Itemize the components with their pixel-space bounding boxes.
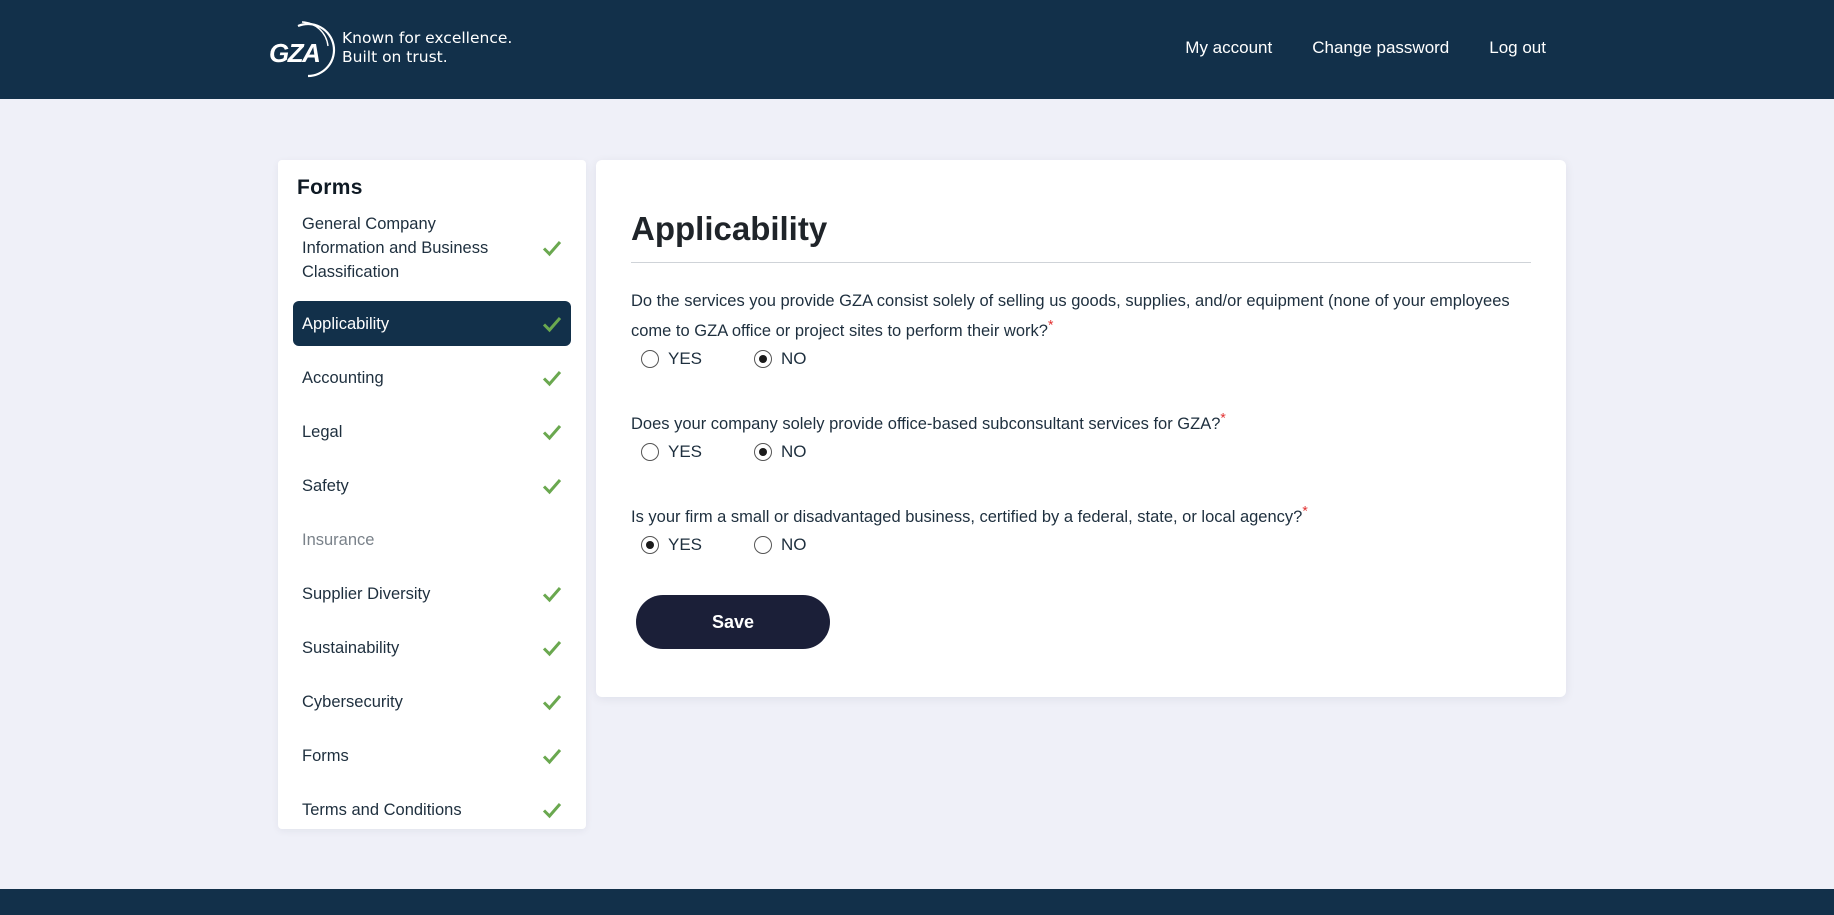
question-label: Do the services you provide GZA consist …	[631, 292, 1510, 340]
radio-option-no[interactable]: NO	[754, 442, 867, 462]
tagline-line-2: Built on trust.	[342, 48, 448, 66]
sidebar-item-label: Forms	[302, 746, 349, 765]
sidebar-item-label: Safety	[302, 476, 349, 495]
checkmark-icon	[542, 316, 562, 332]
radio-button-selected[interactable]	[754, 350, 772, 368]
sidebar-item-label: Legal	[302, 422, 343, 441]
radio-button-selected[interactable]	[641, 536, 659, 554]
radio-button-selected[interactable]	[754, 443, 772, 461]
checkmark-icon	[542, 586, 562, 602]
sidebar-item-legal[interactable]: Legal	[293, 409, 571, 454]
radio-label: NO	[781, 442, 807, 461]
checkmark-icon	[542, 640, 562, 656]
required-marker: *	[1220, 409, 1226, 426]
checkmark-icon	[542, 694, 562, 710]
question-label: Is your firm a small or disadvantaged bu…	[631, 508, 1303, 526]
required-marker: *	[1302, 502, 1308, 519]
sidebar-item-general-company-information[interactable]: General Company Information and Business…	[293, 206, 571, 290]
question-text: Does your company solely provide office-…	[631, 409, 1531, 439]
page-title: Applicability	[631, 210, 1531, 263]
nav-log-out-link[interactable]: Log out	[1489, 38, 1546, 58]
question-text: Do the services you provide GZA consist …	[631, 286, 1531, 346]
question-goods-only: Do the services you provide GZA consist …	[631, 286, 1531, 369]
radio-button[interactable]	[641, 350, 659, 368]
radio-label: YES	[668, 349, 703, 368]
logo-tagline: Known for excellence. Built on trust.	[342, 29, 512, 67]
forms-sidebar: Forms General Company Information and Bu…	[278, 160, 586, 829]
required-marker: *	[1047, 316, 1054, 333]
sidebar-item-label: Cybersecurity	[302, 692, 403, 711]
radio-button[interactable]	[641, 443, 659, 461]
sidebar-item-label: General Company Information and Business…	[302, 215, 489, 281]
top-header: GZA Known for excellence. Built on trust…	[0, 0, 1834, 99]
radio-group: YES NO	[631, 535, 1531, 555]
radio-option-no[interactable]: NO	[754, 349, 867, 369]
question-label: Does your company solely provide office-…	[631, 415, 1221, 433]
sidebar-item-cybersecurity[interactable]: Cybersecurity	[293, 679, 571, 724]
radio-group: YES NO	[631, 442, 1531, 462]
applicability-panel: Applicability Do the services you provid…	[596, 160, 1566, 697]
sidebar-title: Forms	[297, 176, 363, 199]
sidebar-item-supplier-diversity[interactable]: Supplier Diversity	[293, 571, 571, 616]
radio-option-yes[interactable]: YES	[641, 535, 754, 555]
checkmark-icon	[542, 802, 562, 818]
sidebar-item-label: Insurance	[302, 530, 375, 549]
sidebar-item-label: Applicability	[302, 314, 390, 333]
logo-text: GZA	[269, 38, 319, 68]
radio-group: YES NO	[631, 349, 1531, 369]
checkmark-icon	[542, 370, 562, 386]
save-button[interactable]: Save	[636, 595, 830, 649]
nav-change-password-link[interactable]: Change password	[1312, 38, 1449, 58]
sidebar-item-insurance[interactable]: Insurance	[293, 517, 571, 562]
top-nav: My account Change password Log out	[1185, 38, 1546, 58]
sidebar-item-forms[interactable]: Forms	[293, 733, 571, 778]
question-office-subconsultant: Does your company solely provide office-…	[631, 409, 1531, 462]
radio-label: NO	[781, 535, 807, 554]
checkmark-icon	[542, 748, 562, 764]
radio-label: YES	[668, 442, 703, 461]
radio-option-yes[interactable]: YES	[641, 442, 754, 462]
radio-label: NO	[781, 349, 807, 368]
sidebar-item-label: Accounting	[302, 368, 384, 387]
sidebar-item-safety[interactable]: Safety	[293, 463, 571, 508]
sidebar-item-accounting[interactable]: Accounting	[293, 355, 571, 400]
sidebar-item-sustainability[interactable]: Sustainability	[293, 625, 571, 670]
radio-button[interactable]	[754, 536, 772, 554]
sidebar-item-label: Terms and Conditions	[302, 800, 462, 819]
checkmark-icon	[542, 424, 562, 440]
question-small-disadvantaged-business: Is your firm a small or disadvantaged bu…	[631, 502, 1531, 555]
gza-logo[interactable]: GZA Known for excellence. Built on trust…	[268, 16, 512, 80]
radio-option-yes[interactable]: YES	[641, 349, 754, 369]
radio-option-no[interactable]: NO	[754, 535, 867, 555]
tagline-line-1: Known for excellence.	[342, 29, 513, 47]
sidebar-item-applicability[interactable]: Applicability	[293, 301, 571, 346]
sidebar-item-terms-and-conditions[interactable]: Terms and Conditions	[293, 787, 571, 832]
sidebar-item-label: Supplier Diversity	[302, 584, 431, 603]
radio-label: YES	[668, 535, 703, 554]
checkmark-icon	[542, 478, 562, 494]
gza-logo-mark-icon: GZA	[269, 21, 336, 78]
question-text: Is your firm a small or disadvantaged bu…	[631, 502, 1531, 532]
footer-bar	[0, 889, 1834, 915]
checkmark-icon	[542, 241, 562, 257]
sidebar-item-label: Sustainability	[302, 638, 400, 657]
nav-my-account-link[interactable]: My account	[1185, 38, 1272, 58]
